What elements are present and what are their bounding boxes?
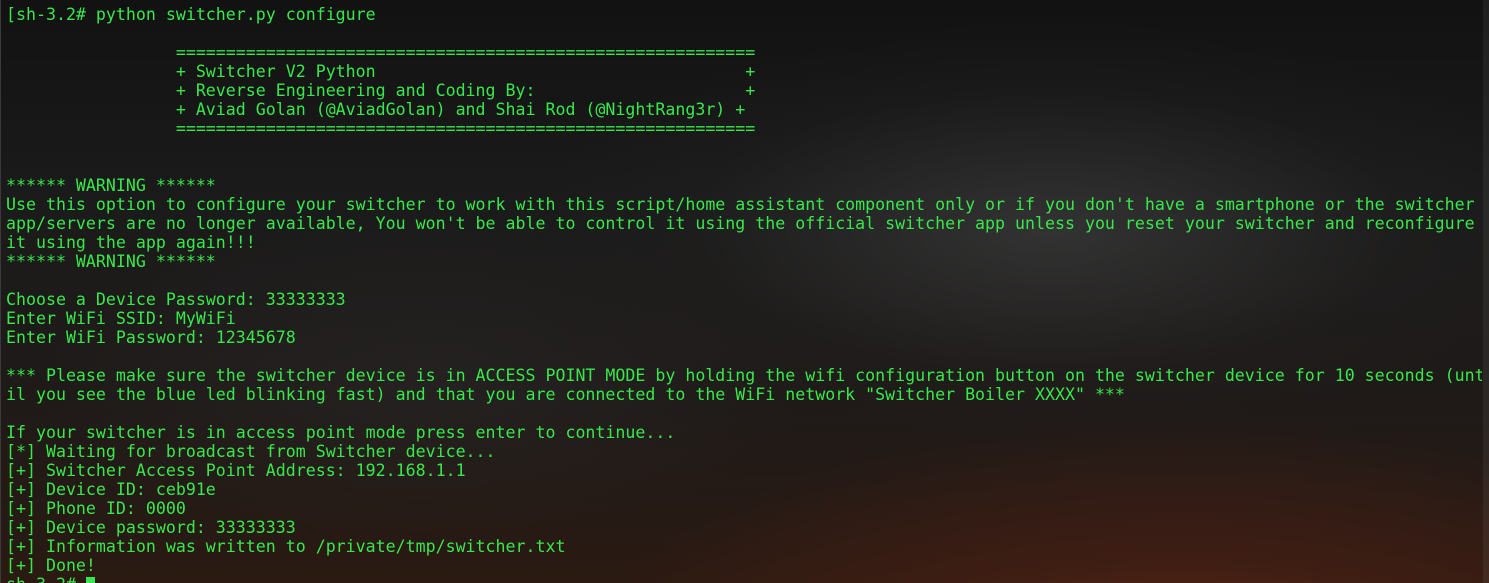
shell-prompt: sh-3.2#: [6, 575, 86, 583]
warning-text: app/servers are no longer available, You…: [6, 214, 1475, 233]
terminal-line: [sh-3.2# python switcher.py configure: [6, 5, 376, 24]
wifi-ssid-prompt: Enter WiFi SSID: MyWiFi: [6, 309, 236, 328]
status-line: [+] Information was written to /private/…: [6, 537, 566, 556]
banner-line: + Aviad Golan (@AviadGolan) and Shai Rod…: [6, 100, 746, 119]
warning-header: ****** WARNING ******: [6, 176, 216, 195]
status-line: [+] Switcher Access Point Address: 192.1…: [6, 461, 466, 480]
banner-border-bottom: ========================================…: [6, 119, 756, 138]
status-line: [+] Device password: 33333333: [6, 518, 296, 537]
banner-line: + Reverse Engineering and Coding By: +: [6, 81, 756, 100]
banner-border-top: ========================================…: [6, 43, 756, 62]
warning-text: it using the app again!!!: [6, 233, 256, 252]
terminal-window[interactable]: [sh-3.2# python switcher.py configure ==…: [0, 0, 1489, 583]
warning-text: Use this option to configure your switch…: [6, 195, 1475, 214]
cursor: [85, 577, 95, 583]
banner-line: + Switcher V2 Python +: [6, 62, 756, 81]
wifi-password-prompt: Enter WiFi Password: 12345678: [6, 328, 296, 347]
warning-footer: ****** WARNING ******: [6, 252, 216, 271]
status-line: [*] Waiting for broadcast from Switcher …: [6, 442, 496, 461]
instruction-text: il you see the blue led blinking fast) a…: [6, 385, 1125, 404]
status-line: [+] Done!: [6, 556, 96, 575]
device-password-prompt: Choose a Device Password: 33333333: [6, 290, 346, 309]
scrollbar[interactable]: [1483, 0, 1489, 583]
terminal-output: [sh-3.2# python switcher.py configure ==…: [6, 5, 1482, 583]
instruction-text: *** Please make sure the switcher device…: [6, 366, 1482, 385]
shell-prompt-line[interactable]: sh-3.2#: [6, 575, 1482, 583]
continue-prompt: If your switcher is in access point mode…: [6, 423, 676, 442]
status-line: [+] Phone ID: 0000: [6, 499, 186, 518]
status-line: [+] Device ID: ceb91e: [6, 480, 216, 499]
